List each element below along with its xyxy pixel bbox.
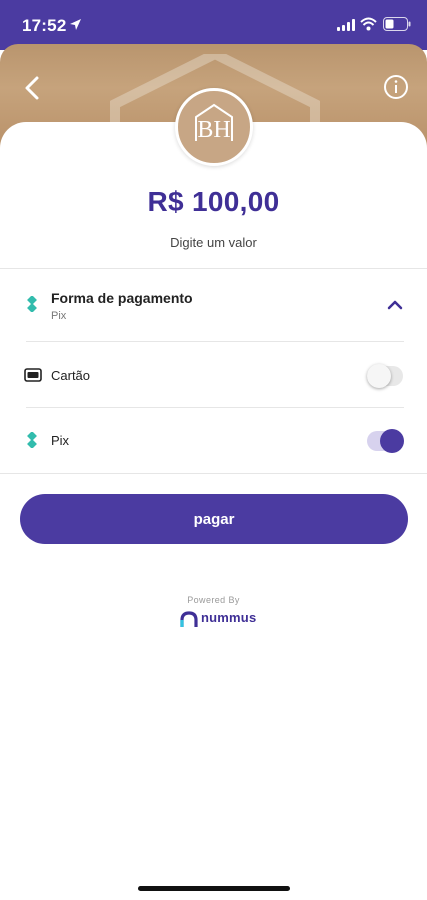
merchant-avatar: BH [175, 88, 253, 166]
chevron-up-icon[interactable] [387, 299, 403, 311]
battery-icon [383, 17, 411, 31]
amount-hint: Digite um valor [170, 235, 257, 250]
pix-icon [27, 432, 37, 448]
nummus-arch-icon [180, 611, 198, 627]
svg-text:BH: BH [197, 117, 230, 143]
cartao-toggle[interactable] [367, 364, 403, 388]
toggle-knob [367, 364, 391, 388]
back-arrow-icon[interactable] [18, 74, 46, 102]
nummus-wordmark: nummus [201, 610, 257, 625]
pay-button[interactable]: pagar [20, 494, 408, 544]
home-indicator [138, 886, 290, 891]
payment-method-header[interactable] [0, 272, 427, 340]
divider [0, 268, 427, 269]
info-icon[interactable] [383, 74, 409, 100]
wifi-icon [360, 17, 377, 31]
divider [26, 407, 404, 408]
payment-method-title: Forma de pagamento [51, 290, 193, 306]
nummus-logo: nummus [180, 610, 257, 628]
payment-method-selected: Pix [51, 310, 67, 322]
option-label-pix: Pix [51, 433, 70, 448]
pix-icon [27, 296, 37, 312]
amount-value[interactable]: R$ 100,00 [0, 186, 427, 218]
status-bar: 17:52 [0, 0, 427, 50]
divider [0, 473, 427, 474]
pix-toggle[interactable] [367, 429, 404, 453]
merchant-logo-icon: BH [195, 103, 233, 143]
option-label-cartao: Cartão [51, 368, 91, 383]
toggle-knob [380, 429, 404, 453]
cellular-signal-icon [337, 19, 355, 31]
divider [26, 341, 404, 342]
location-arrow-icon [70, 19, 81, 30]
powered-by-label: Powered By [187, 595, 240, 605]
status-time: 17:52 [22, 16, 67, 35]
credit-card-icon [24, 368, 42, 382]
